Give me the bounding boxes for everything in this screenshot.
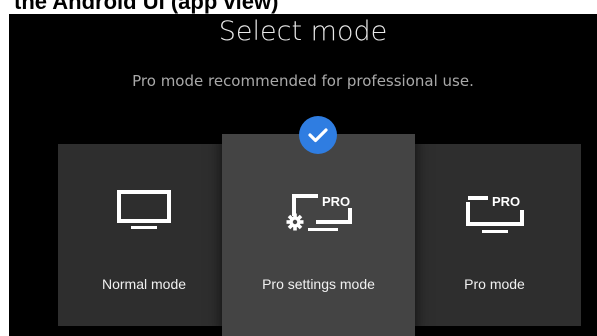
pro-badge-text: PRO: [322, 194, 350, 209]
tv-pro-icon: PRO: [460, 188, 530, 241]
mode-card-pro-settings[interactable]: PRO Pro settings mode: [222, 134, 415, 336]
selected-check-icon: [299, 116, 337, 154]
page-subtitle: Pro mode recommended for professional us…: [132, 72, 474, 90]
tv-pro-settings-icon: PRO: [278, 186, 360, 241]
screenshot-caption: the Android UI (app view): [14, 0, 279, 14]
mode-card-pro[interactable]: PRO Pro mode: [408, 144, 581, 326]
mode-label-pro-settings: Pro settings mode: [262, 276, 375, 292]
mode-card-normal[interactable]: Normal mode: [58, 144, 230, 326]
app-screen: Select mode Pro mode recommended for pro…: [9, 14, 597, 336]
mode-label-normal: Normal mode: [101, 276, 187, 292]
page: the Android UI (app view) Select mode Pr…: [0, 0, 597, 336]
mode-label-pro: Pro mode: [464, 276, 525, 292]
tv-icon: [115, 188, 173, 237]
page-title: Select mode: [218, 16, 388, 47]
pro-badge-text: PRO: [492, 194, 520, 209]
